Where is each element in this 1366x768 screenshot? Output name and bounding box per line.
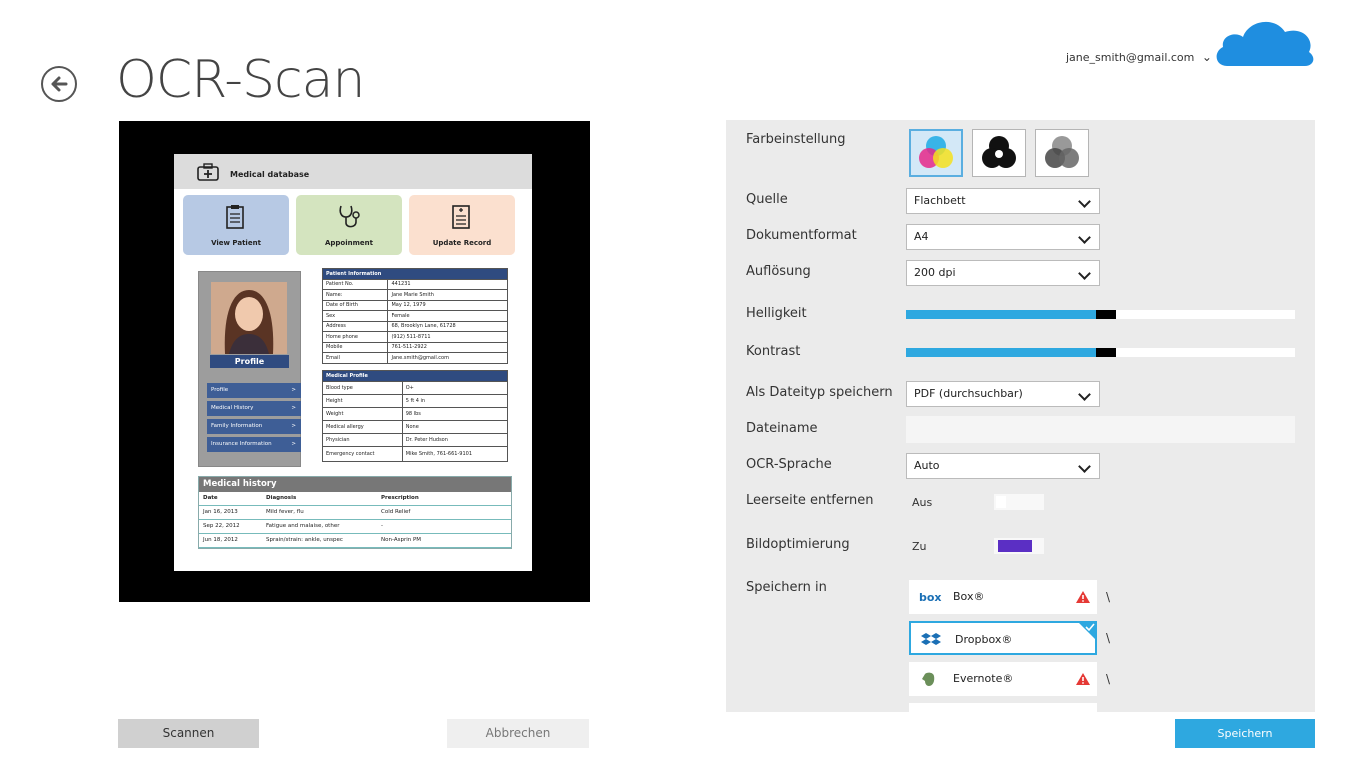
filename-label: Dateiname bbox=[746, 421, 818, 436]
tile-view-patient: View Patient bbox=[183, 195, 289, 255]
chevron-down-icon bbox=[1078, 231, 1091, 244]
document-format-label: Dokumentformat bbox=[746, 228, 857, 243]
chevron-down-icon: ⌄ bbox=[1201, 50, 1212, 64]
slider-fill bbox=[906, 348, 1096, 357]
toggle-knob bbox=[998, 540, 1032, 552]
color-circles-icon bbox=[919, 136, 953, 168]
color-mode-black-white-button[interactable] bbox=[972, 129, 1026, 177]
history-header-row: Date Diagnosis Prescription bbox=[199, 492, 511, 506]
profile-menu-item: Insurance Information > bbox=[207, 437, 301, 452]
chevron-down-icon bbox=[1078, 267, 1091, 280]
color-mode-grayscale-button[interactable] bbox=[1035, 129, 1089, 177]
account-menu[interactable]: jane_smith@gmail.com ⌄ bbox=[1066, 50, 1212, 64]
color-mode-full-color-button[interactable] bbox=[909, 129, 963, 177]
table-row: Jan 16, 2013 Mild fever, flu Cold Relief bbox=[199, 506, 511, 520]
service-name: Box® bbox=[953, 590, 985, 603]
source-select[interactable]: Flachbett bbox=[906, 188, 1100, 214]
page-title: OCR-Scan bbox=[116, 50, 365, 110]
doc-header: Medical database bbox=[174, 154, 532, 189]
color-setting-label: Farbeinstellung bbox=[746, 132, 846, 147]
service-box[interactable]: box Box® bbox=[909, 580, 1097, 614]
medical-history-table: Medical history Date Diagnosis Prescript… bbox=[198, 476, 512, 549]
table-heading: Medical Profile bbox=[322, 370, 508, 382]
service-tick: \ bbox=[1106, 631, 1111, 645]
tile-update-record: Update Record bbox=[409, 195, 515, 255]
toggle-state-label: Aus bbox=[912, 496, 933, 509]
tile-label: Update Record bbox=[432, 239, 492, 247]
box-logo-icon: box bbox=[919, 591, 942, 603]
grayscale-circles-icon bbox=[1045, 136, 1079, 168]
arrow-left-icon bbox=[51, 76, 68, 92]
back-button[interactable] bbox=[41, 66, 77, 102]
table-heading: Patient Information bbox=[322, 268, 508, 280]
service-name: Evernote® bbox=[953, 672, 1014, 685]
chevron-down-icon bbox=[1078, 460, 1091, 473]
slider-fill bbox=[906, 310, 1096, 319]
settings-panel: Farbeinstellung Quelle Flachbett Dokumen… bbox=[726, 120, 1315, 712]
toggle-knob bbox=[996, 496, 1006, 508]
image-optimization-toggle[interactable] bbox=[994, 538, 1044, 554]
resolution-label: Auflösung bbox=[746, 264, 811, 279]
table-row: Jun 18, 2012 Sprain/strain: ankle, unspe… bbox=[199, 534, 511, 548]
file-type-label: Als Dateityp speichern bbox=[746, 385, 893, 400]
profile-label: Profile bbox=[210, 355, 289, 368]
contrast-slider[interactable] bbox=[906, 348, 1295, 357]
ocr-language-select[interactable]: Auto bbox=[906, 453, 1100, 479]
account-email: jane_smith@gmail.com bbox=[1066, 51, 1195, 64]
warning-icon bbox=[1076, 591, 1090, 603]
checkmark-icon bbox=[1078, 622, 1096, 640]
slider-thumb[interactable] bbox=[1096, 310, 1116, 319]
profile-photo bbox=[211, 282, 287, 354]
cloud-icon bbox=[1213, 14, 1317, 74]
document-format-select[interactable]: A4 bbox=[906, 224, 1100, 250]
tile-label: View Patient bbox=[211, 239, 261, 247]
medical-kit-icon bbox=[197, 163, 219, 181]
scan-button[interactable]: Scannen bbox=[118, 719, 259, 748]
dropbox-logo-icon bbox=[921, 633, 941, 645]
history-heading: Medical history bbox=[199, 477, 511, 492]
record-icon bbox=[452, 205, 470, 229]
remove-blank-page-label: Leerseite entfernen bbox=[746, 493, 874, 508]
stethoscope-icon bbox=[339, 205, 360, 228]
scanned-document: Medical database View Patient Appoinment… bbox=[174, 154, 532, 571]
service-name: Dropbox® bbox=[955, 633, 1013, 646]
tile-label: Appoinment bbox=[324, 239, 373, 247]
tile-appointment: Appoinment bbox=[296, 195, 402, 255]
ocr-language-label: OCR-Sprache bbox=[746, 457, 832, 472]
remove-blank-page-toggle[interactable] bbox=[994, 494, 1044, 510]
image-optimization-label: Bildoptimierung bbox=[746, 537, 850, 552]
bw-circles-icon bbox=[982, 136, 1016, 168]
file-type-select[interactable]: PDF (durchsuchbar) bbox=[906, 381, 1100, 407]
chevron-down-icon bbox=[1078, 195, 1091, 208]
service-tick: \ bbox=[1106, 672, 1111, 686]
filename-input[interactable] bbox=[906, 416, 1295, 443]
patient-info-table: Patient Information Patient No. 441231 Na… bbox=[321, 268, 508, 364]
service-dropbox[interactable]: Dropbox® bbox=[909, 621, 1097, 655]
brightness-slider[interactable] bbox=[906, 310, 1295, 319]
warning-icon bbox=[1076, 673, 1090, 685]
profile-menu-item: Profile > bbox=[207, 383, 301, 398]
contrast-label: Kontrast bbox=[746, 344, 801, 359]
cancel-button[interactable]: Abbrechen bbox=[447, 719, 589, 748]
save-button[interactable]: Speichern bbox=[1175, 719, 1315, 748]
save-in-label: Speichern in bbox=[746, 580, 827, 595]
medical-profile-table: Medical Profile Blood type O+ Height 5 ft … bbox=[322, 370, 509, 462]
resolution-select[interactable]: 200 dpi bbox=[906, 260, 1100, 286]
clipboard-icon bbox=[226, 205, 244, 229]
evernote-logo-icon bbox=[922, 672, 935, 686]
brightness-label: Helligkeit bbox=[746, 306, 807, 321]
service-evernote[interactable]: Evernote® bbox=[909, 662, 1097, 696]
profile-menu-item: Family Information > bbox=[207, 419, 301, 434]
doc-title: Medical database bbox=[230, 170, 310, 179]
table-row: Sep 22, 2012 Fatigue and malaise, other … bbox=[199, 520, 511, 534]
profile-menu-item: Medical History > bbox=[207, 401, 301, 416]
service-tick: \ bbox=[1106, 590, 1111, 604]
svg-text:box: box bbox=[919, 591, 942, 603]
chevron-down-icon bbox=[1078, 388, 1091, 401]
source-label: Quelle bbox=[746, 192, 788, 207]
slider-thumb[interactable] bbox=[1096, 348, 1116, 357]
toggle-state-label: Zu bbox=[912, 540, 927, 553]
profile-card: Profile Profile > Medical History > Family… bbox=[198, 271, 301, 467]
service-more[interactable] bbox=[909, 703, 1097, 712]
